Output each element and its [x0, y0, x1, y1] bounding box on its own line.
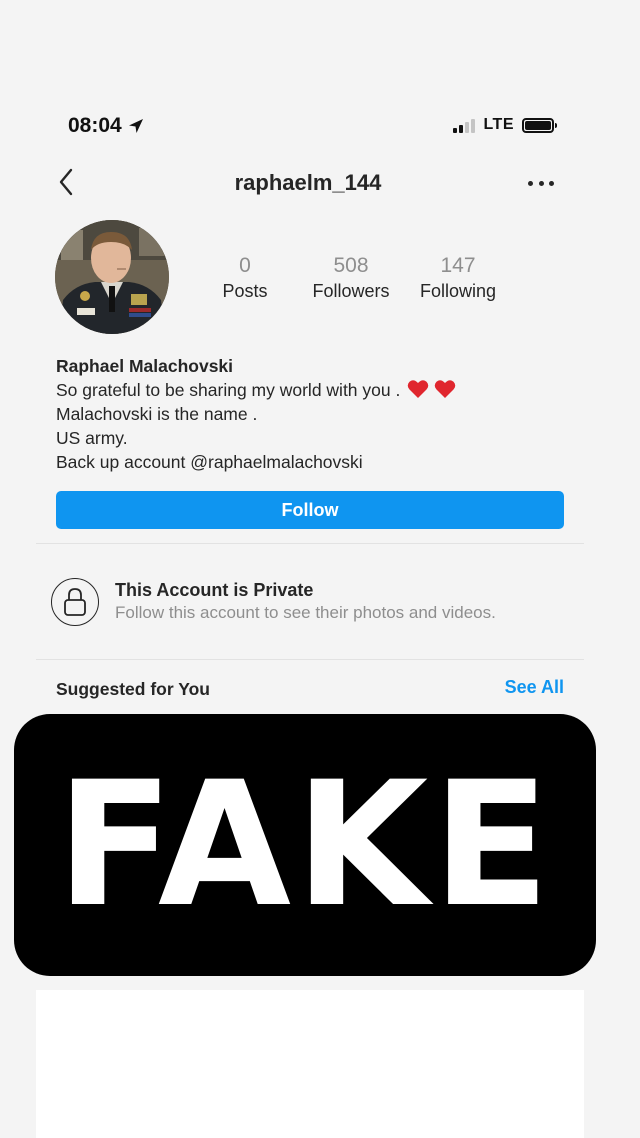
divider — [36, 543, 584, 544]
profile-bio: Raphael Malachovski So grateful to be sh… — [56, 354, 456, 474]
suggested-card-area — [36, 990, 584, 1138]
heart-icon — [407, 380, 429, 398]
stat-followers[interactable]: 508 Followers — [301, 254, 401, 302]
status-indicators: LTE — [453, 116, 557, 134]
screenshot-root: 08:04 LTE raphaelm_144 0 Posts 508 Follo… — [0, 0, 640, 1138]
location-arrow-icon — [128, 119, 143, 133]
private-subtitle: Follow this account to see their photos … — [115, 603, 496, 622]
posts-count: 0 — [239, 254, 251, 277]
following-label: Following — [419, 281, 497, 301]
stat-posts[interactable]: 0 Posts — [205, 254, 285, 302]
private-lock-badge — [51, 578, 99, 626]
more-options-icon[interactable] — [528, 174, 554, 192]
battery-icon — [522, 117, 557, 133]
stat-following[interactable]: 147 Following — [410, 254, 506, 302]
bio-line-3: US army. — [56, 428, 128, 448]
avatar-photo — [55, 220, 169, 334]
see-all-link[interactable]: See All — [505, 677, 564, 698]
bio-line-2: Malachovski is the name . — [56, 404, 258, 424]
avatar[interactable] — [55, 220, 169, 334]
lock-icon — [63, 587, 86, 616]
bio-line-4: Back up account @raphaelmalachovski — [56, 452, 363, 472]
posts-label: Posts — [222, 281, 268, 301]
bio-line-1: So grateful to be sharing my world with … — [56, 378, 456, 402]
network-type: LTE — [483, 116, 514, 133]
status-time: 08:04 — [68, 114, 144, 138]
following-count: 147 — [440, 254, 476, 277]
follow-button[interactable]: Follow — [56, 491, 564, 529]
profile-username: raphaelm_144 — [234, 170, 382, 195]
divider — [36, 659, 584, 660]
status-time-text: 08:04 — [68, 114, 122, 137]
profile-display-name: Raphael Malachovski — [56, 356, 234, 376]
fake-label: FAKE — [56, 744, 554, 945]
heart-icon — [434, 380, 456, 398]
suggested-heading: Suggested for You — [56, 679, 210, 699]
followers-count: 508 — [333, 254, 369, 277]
private-title: This Account is Private — [115, 580, 314, 600]
fake-overlay-banner: FAKE — [14, 714, 596, 976]
signal-icon — [453, 118, 476, 133]
followers-label: Followers — [312, 281, 390, 301]
bio-line-1-text: So grateful to be sharing my world with … — [56, 380, 401, 400]
